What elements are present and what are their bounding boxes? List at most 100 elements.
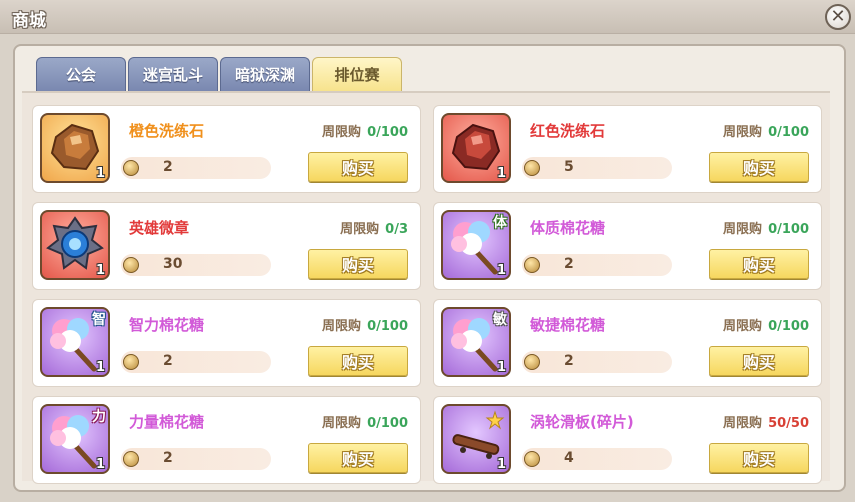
weekly-limit: 周限购 0/100: [322, 412, 408, 431]
limit-label: 周限购: [723, 125, 763, 140]
limit-value: 0/100: [367, 416, 408, 431]
item-name: 红色洗练石: [530, 122, 606, 140]
tab-maze-brawl[interactable]: 迷宫乱斗: [128, 57, 218, 91]
limit-label: 周限购: [322, 319, 362, 334]
limit-label: 周限购: [322, 125, 362, 140]
buy-button[interactable]: 购买: [308, 443, 408, 473]
item-tag: 力: [92, 409, 106, 425]
cotton-candy-icon: 体 1: [441, 210, 511, 280]
coin-icon: [524, 160, 540, 176]
weekly-limit: 周限购 0/3: [340, 218, 408, 237]
limit-value: 0/100: [367, 125, 408, 140]
item-list: 1 橙色洗练石 周限购 0/100 2 购买 1 红色洗练石 周限购 0/100 5…: [22, 91, 830, 484]
item-count: 1: [95, 360, 105, 375]
shop-item-card: 体 1 体质棉花糖 周限购 0/100 2 购买: [433, 202, 822, 290]
buy-button[interactable]: 购买: [709, 152, 809, 182]
coin-icon: [524, 257, 540, 273]
shop-item-card: 敏 1 敏捷棉花糖 周限购 0/100 2 购买: [433, 299, 822, 387]
coin-icon: [524, 354, 540, 370]
coin-icon: [123, 160, 139, 176]
item-name: 涡轮滑板(碎片): [530, 413, 634, 431]
weekly-limit: 周限购 0/100: [723, 218, 809, 237]
buy-button[interactable]: 购买: [709, 346, 809, 376]
shop-item-card: 1 英雄微章 周限购 0/3 30 购买: [32, 202, 421, 290]
price: 2: [564, 353, 574, 369]
window-title: 商城: [12, 11, 46, 31]
red-gem-icon: 1: [441, 113, 511, 183]
tab-bar: 公会 迷宫乱斗 暗狱深渊 排位赛: [36, 57, 404, 91]
coin-icon: [123, 257, 139, 273]
weekly-limit: 周限购 0/100: [723, 315, 809, 334]
price-bar: 30: [121, 254, 271, 276]
price: 2: [163, 353, 173, 369]
item-count: 1: [496, 263, 506, 278]
limit-value: 0/100: [768, 222, 809, 237]
shop-item-card: 智 1 智力棉花糖 周限购 0/100 2 购买: [32, 299, 421, 387]
title-bar: 商城 ✕: [0, 0, 855, 34]
tab-guild[interactable]: 公会: [36, 57, 126, 91]
limit-value: 0/3: [385, 222, 408, 237]
limit-label: 周限购: [723, 319, 763, 334]
item-count: 1: [496, 166, 506, 181]
item-count: 1: [95, 263, 105, 278]
price-bar: 2: [121, 157, 271, 179]
item-name: 体质棉花糖: [530, 219, 606, 237]
limit-label: 周限购: [723, 416, 763, 431]
price-bar: 2: [121, 351, 271, 373]
coin-icon: [123, 451, 139, 467]
skateboard-fragment-icon: 1: [441, 404, 511, 474]
limit-label: 周限购: [723, 222, 763, 237]
item-count: 1: [496, 360, 506, 375]
orange-gem-icon: 1: [40, 113, 110, 183]
weekly-limit: 周限购 0/100: [322, 121, 408, 140]
limit-value: 50/50: [768, 416, 809, 431]
tab-ranked[interactable]: 排位赛: [312, 57, 402, 91]
price: 2: [564, 256, 574, 272]
item-name: 智力棉花糖: [129, 316, 205, 334]
limit-value: 0/100: [768, 319, 809, 334]
weekly-limit: 周限购 50/50: [723, 412, 809, 431]
item-name: 力量棉花糖: [129, 413, 205, 431]
limit-label: 周限购: [340, 222, 380, 237]
cotton-candy-icon: 敏 1: [441, 307, 511, 377]
hero-badge-icon: 1: [40, 210, 110, 280]
price: 4: [564, 450, 574, 466]
shop-item-card: 1 橙色洗练石 周限购 0/100 2 购买: [32, 105, 421, 193]
item-count: 1: [95, 166, 105, 181]
weekly-limit: 周限购 0/100: [723, 121, 809, 140]
price: 30: [163, 256, 183, 272]
buy-button[interactable]: 购买: [308, 346, 408, 376]
price-bar: 4: [522, 448, 672, 470]
item-count: 1: [496, 457, 506, 472]
coin-icon: [123, 354, 139, 370]
limit-value: 0/100: [768, 125, 809, 140]
price-bar: 2: [522, 351, 672, 373]
item-name: 敏捷棉花糖: [530, 316, 606, 334]
limit-value: 0/100: [367, 319, 408, 334]
item-count: 1: [95, 457, 105, 472]
shop-item-card: 力 1 力量棉花糖 周限购 0/100 2 购买: [32, 396, 421, 484]
coin-icon: [524, 451, 540, 467]
buy-button[interactable]: 购买: [308, 152, 408, 182]
price: 5: [564, 159, 574, 175]
buy-button[interactable]: 购买: [709, 443, 809, 473]
shop-item-card: 1 红色洗练石 周限购 0/100 5 购买: [433, 105, 822, 193]
price: 2: [163, 159, 173, 175]
shop-item-card: 1 涡轮滑板(碎片) 周限购 50/50 4 购买: [433, 396, 822, 484]
weekly-limit: 周限购 0/100: [322, 315, 408, 334]
item-name: 橙色洗练石: [129, 122, 205, 140]
buy-button[interactable]: 购买: [709, 249, 809, 279]
close-button[interactable]: ✕: [825, 4, 851, 30]
price-bar: 5: [522, 157, 672, 179]
price: 2: [163, 450, 173, 466]
price-bar: 2: [522, 254, 672, 276]
tab-dark-abyss[interactable]: 暗狱深渊: [220, 57, 310, 91]
buy-button[interactable]: 购买: [308, 249, 408, 279]
item-tag: 智: [92, 312, 106, 328]
cotton-candy-icon: 力 1: [40, 404, 110, 474]
cotton-candy-icon: 智 1: [40, 307, 110, 377]
item-tag: 体: [493, 215, 507, 231]
item-tag: 敏: [493, 312, 507, 328]
close-icon: ✕: [830, 6, 846, 27]
price-bar: 2: [121, 448, 271, 470]
